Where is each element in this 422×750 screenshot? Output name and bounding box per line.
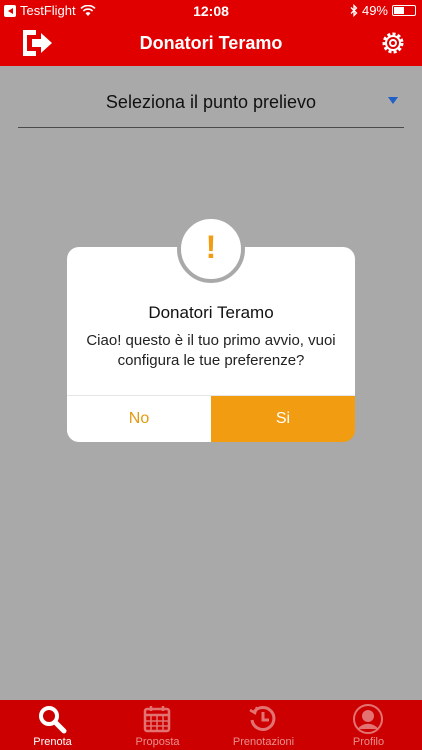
tab-proposta[interactable]: Proposta <box>105 700 210 750</box>
battery-icon <box>392 5 416 16</box>
status-bar: TestFlight 12:08 49% <box>0 0 422 22</box>
dialog-title: Donatori Teramo <box>148 303 274 322</box>
status-right: 49% <box>350 3 416 18</box>
tab-bar: Prenota Proposta Prenotazioni Profilo <box>0 700 422 750</box>
calendar-icon <box>143 706 171 733</box>
dialog-message: Ciao! questo è il tuo primo avvio, vuoi … <box>86 332 336 369</box>
collection-point-picker[interactable]: Seleziona il punto prelievo <box>18 86 404 128</box>
chevron-down-icon[interactable] <box>388 97 398 104</box>
tab-label: Profilo <box>352 736 385 748</box>
tab-label: Proposta <box>135 736 180 748</box>
history-icon <box>249 705 276 731</box>
tab-label: Prenotazioni <box>232 736 295 748</box>
yes-button[interactable]: Si <box>211 396 355 442</box>
nav-bar: Donatori Teramo <box>0 22 422 66</box>
tab-label: Prenota <box>33 736 72 748</box>
profile-icon <box>353 704 383 734</box>
tab-prenotazioni[interactable]: Prenotazioni <box>211 700 316 750</box>
tab-profilo[interactable]: Profilo <box>316 700 421 750</box>
first-launch-dialog: ! Donatori Teramo Ciao! questo è il tuo … <box>67 215 355 442</box>
page-title: Donatori Teramo <box>139 33 283 53</box>
search-icon <box>39 706 67 734</box>
battery-percent: 49% <box>361 3 388 18</box>
dialog-buttons: No Si <box>67 395 355 442</box>
exclamation-icon: ! <box>205 229 217 265</box>
gear-icon[interactable] <box>380 30 406 56</box>
warning-badge: ! <box>177 215 245 283</box>
bluetooth-icon <box>350 4 358 17</box>
tab-prenota[interactable]: Prenota <box>0 700 105 750</box>
battery-fill <box>394 7 404 14</box>
no-button[interactable]: No <box>67 396 211 442</box>
picker-label: Seleziona il punto prelievo <box>105 92 317 112</box>
